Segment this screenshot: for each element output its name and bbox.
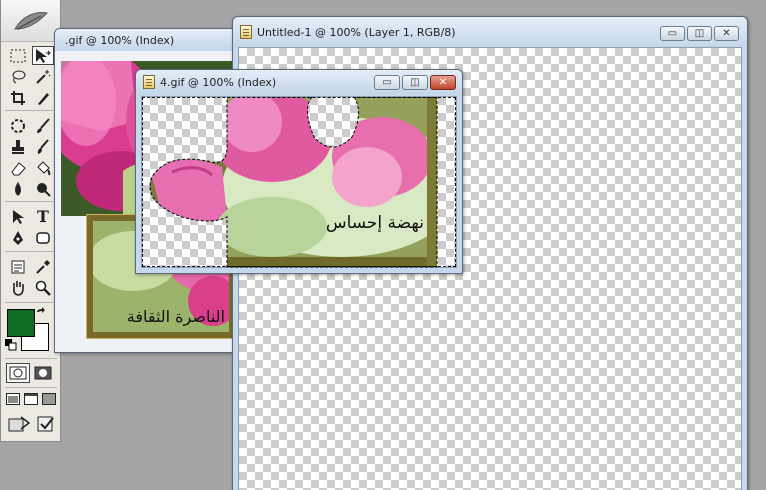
clone-stamp-tool-icon[interactable]	[7, 137, 29, 156]
type-tool-icon[interactable]: T	[32, 207, 54, 226]
move-tool-icon[interactable]	[32, 46, 54, 65]
photo-caption-arabic: الناصرة الثقافة	[126, 307, 225, 326]
dodge-tool-icon[interactable]	[32, 179, 54, 198]
edit-in-imageready-icon[interactable]	[35, 414, 57, 434]
restore-button[interactable]: ◫	[687, 26, 712, 41]
window-title: 4.gif @ 100% (Index)	[160, 75, 277, 89]
toolbox-divider	[5, 358, 57, 359]
window-titlebar[interactable]: .gif @ 100% (Index)	[55, 29, 248, 51]
slice-tool-icon[interactable]	[32, 88, 54, 107]
healing-brush-tool-icon[interactable]	[7, 116, 29, 135]
toolbox-divider	[5, 302, 57, 303]
history-brush-tool-icon[interactable]	[32, 137, 54, 156]
toolbox-palette: T	[0, 0, 61, 442]
path-selection-tool-icon[interactable]	[7, 207, 29, 226]
selection-marquee	[142, 97, 456, 267]
foreground-color-swatch[interactable]	[7, 309, 35, 337]
standard-screen-mode-icon[interactable]	[4, 391, 21, 407]
default-colors-icon[interactable]	[5, 339, 17, 351]
marquee-tool-icon[interactable]	[7, 46, 29, 65]
close-button[interactable]: ✕	[430, 75, 456, 90]
pen-tool-icon[interactable]	[7, 228, 29, 247]
feather-icon[interactable]	[1, 0, 60, 42]
window-titlebar[interactable]: 4.gif @ 100% (Index) ▭ ◫ ✕	[136, 70, 462, 94]
window-title: Untitled-1 @ 100% (Layer 1, RGB/8)	[257, 25, 456, 39]
full-screen-mode-icon[interactable]	[40, 391, 57, 407]
zoom-tool-icon[interactable]	[32, 278, 54, 297]
notes-tool-icon[interactable]	[7, 257, 29, 276]
toolbox-divider	[5, 387, 57, 388]
shape-tool-icon[interactable]	[32, 228, 54, 247]
crop-tool-icon[interactable]	[7, 88, 29, 107]
window-title: .gif @ 100% (Index)	[65, 33, 175, 47]
paint-bucket-tool-icon[interactable]	[32, 158, 54, 177]
swap-colors-icon[interactable]	[35, 307, 47, 319]
brush-tool-icon[interactable]	[32, 116, 54, 135]
document-icon	[240, 25, 252, 39]
hand-tool-icon[interactable]	[7, 278, 29, 297]
toolbox-divider	[5, 251, 57, 252]
eyedropper-tool-icon[interactable]	[32, 257, 54, 276]
minimize-button[interactable]: ▭	[660, 26, 685, 41]
close-button[interactable]: ✕	[714, 26, 739, 41]
window-titlebar[interactable]: Untitled-1 @ 100% (Layer 1, RGB/8) ▭ ◫ ✕	[233, 17, 747, 47]
lasso-tool-icon[interactable]	[7, 67, 29, 86]
magic-wand-tool-icon[interactable]	[32, 67, 54, 86]
canvas-area[interactable]: نهضة إحساس	[141, 96, 457, 268]
blur-tool-icon[interactable]	[7, 179, 29, 198]
document-icon	[143, 75, 155, 89]
standard-mode-icon[interactable]	[6, 363, 30, 383]
quick-mask-mode-icon[interactable]	[32, 363, 54, 383]
full-screen-menu-mode-icon[interactable]	[22, 391, 39, 407]
document-window-4gif[interactable]: 4.gif @ 100% (Index) ▭ ◫ ✕ نهضة إحساس	[135, 69, 463, 274]
toolbox-divider	[5, 110, 57, 111]
jump-to-imageready-icon[interactable]	[6, 414, 32, 434]
toolbox-divider	[5, 201, 57, 202]
eraser-tool-icon[interactable]	[7, 158, 29, 177]
restore-button[interactable]: ◫	[402, 75, 428, 90]
minimize-button[interactable]: ▭	[374, 75, 400, 90]
